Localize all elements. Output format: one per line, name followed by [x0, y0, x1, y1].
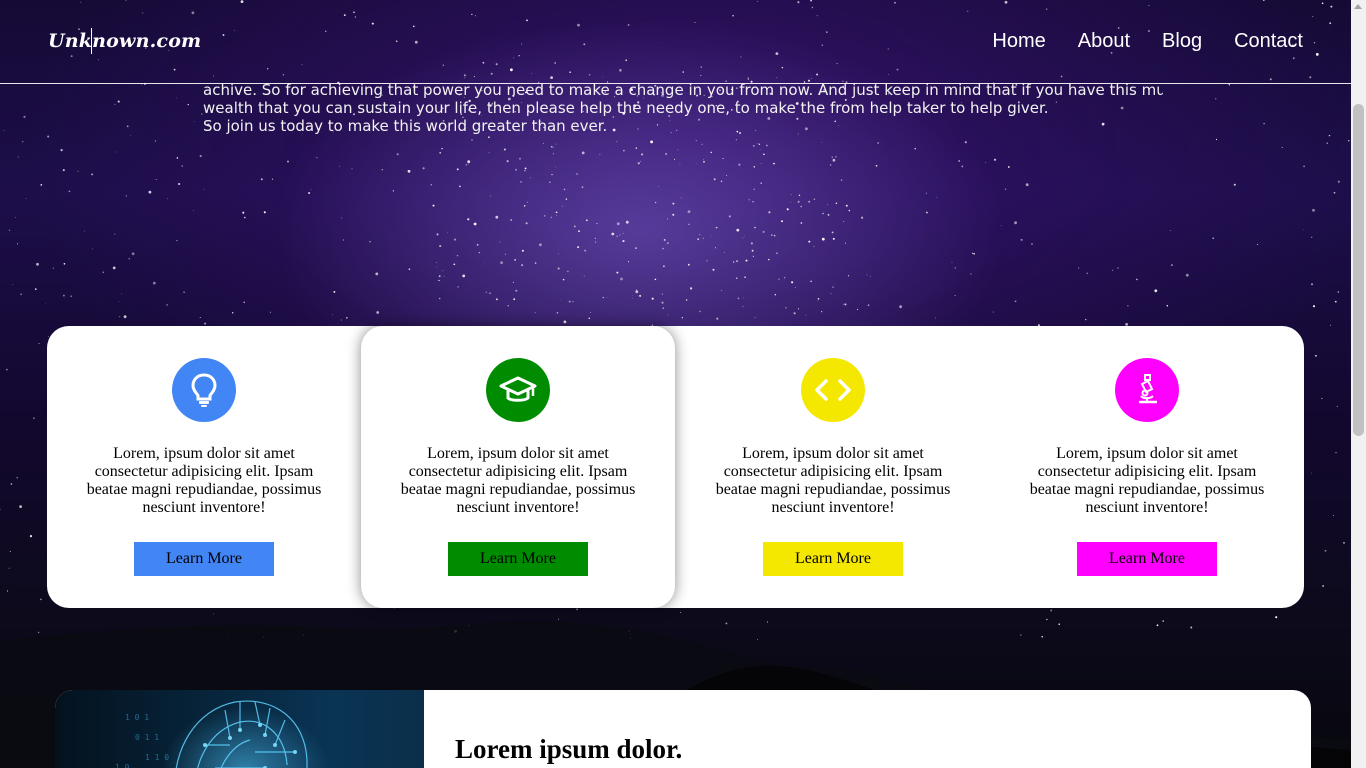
card-description: Lorem, ipsum dolor sit amet consectetur … [1029, 445, 1265, 516]
nav-home-link[interactable]: Home [992, 30, 1045, 53]
text-cursor [91, 28, 92, 54]
code-icon [801, 358, 865, 422]
page-scrollbar[interactable] [1351, 0, 1366, 768]
nav-blog-link[interactable]: Blog [1162, 30, 1202, 53]
nav-about-link[interactable]: About [1078, 30, 1130, 53]
svg-text:1 0 1: 1 0 1 [125, 713, 149, 722]
intro-line: So join us today to make this world grea… [203, 117, 608, 135]
graduation-cap-icon [486, 358, 550, 422]
svg-text:1 1 0: 1 1 0 [145, 753, 169, 762]
scroll-up-arrow-icon[interactable] [1354, 4, 1362, 9]
service-card: Lorem, ipsum dolor sit amet consectetur … [361, 326, 675, 608]
card-description: Lorem, ipsum dolor sit amet consectetur … [400, 445, 636, 516]
learn-more-button[interactable]: Learn More [763, 542, 903, 576]
intro-paragraph: achive. So for achieving that power you … [203, 82, 1163, 136]
lightbulb-icon [172, 358, 236, 422]
feature-section: 1 0 10 1 11 1 0 0 0 11 0 Lorem ipsum dol… [55, 690, 1311, 768]
svg-text:0 1 1: 0 1 1 [135, 733, 159, 742]
learn-more-button[interactable]: Learn More [1077, 542, 1217, 576]
card-description: Lorem, ipsum dolor sit amet consectetur … [86, 445, 322, 516]
feature-title: Lorem ipsum dolor. [455, 734, 683, 764]
learn-more-button[interactable]: Learn More [134, 542, 274, 576]
site-logo[interactable]: Unknown.com [48, 30, 201, 52]
learn-more-button[interactable]: Learn More [448, 542, 588, 576]
nav-contact-link[interactable]: Contact [1234, 30, 1303, 53]
scrollbar-thumb[interactable] [1353, 104, 1364, 436]
microscope-icon [1115, 358, 1179, 422]
service-card: Lorem, ipsum dolor sit amet consectetur … [990, 326, 1304, 608]
intro-line: wealth that you can sustain your life, t… [203, 99, 1049, 117]
service-card: Lorem, ipsum dolor sit amet consectetur … [47, 326, 361, 608]
service-card: Lorem, ipsum dolor sit amet consectetur … [676, 326, 990, 608]
digital-brain-image: 1 0 10 1 11 1 0 0 0 11 0 [55, 690, 424, 768]
svg-text:1 0: 1 0 [115, 763, 130, 768]
intro-line: achive. So for achieving that power you … [203, 82, 1163, 99]
top-navigation-bar: Unknown.com Home About Blog Contact [0, 0, 1351, 84]
service-cards: Lorem, ipsum dolor sit amet consectetur … [47, 326, 1304, 608]
main-nav: Home About Blog Contact [992, 30, 1303, 53]
card-description: Lorem, ipsum dolor sit amet consectetur … [715, 445, 951, 516]
